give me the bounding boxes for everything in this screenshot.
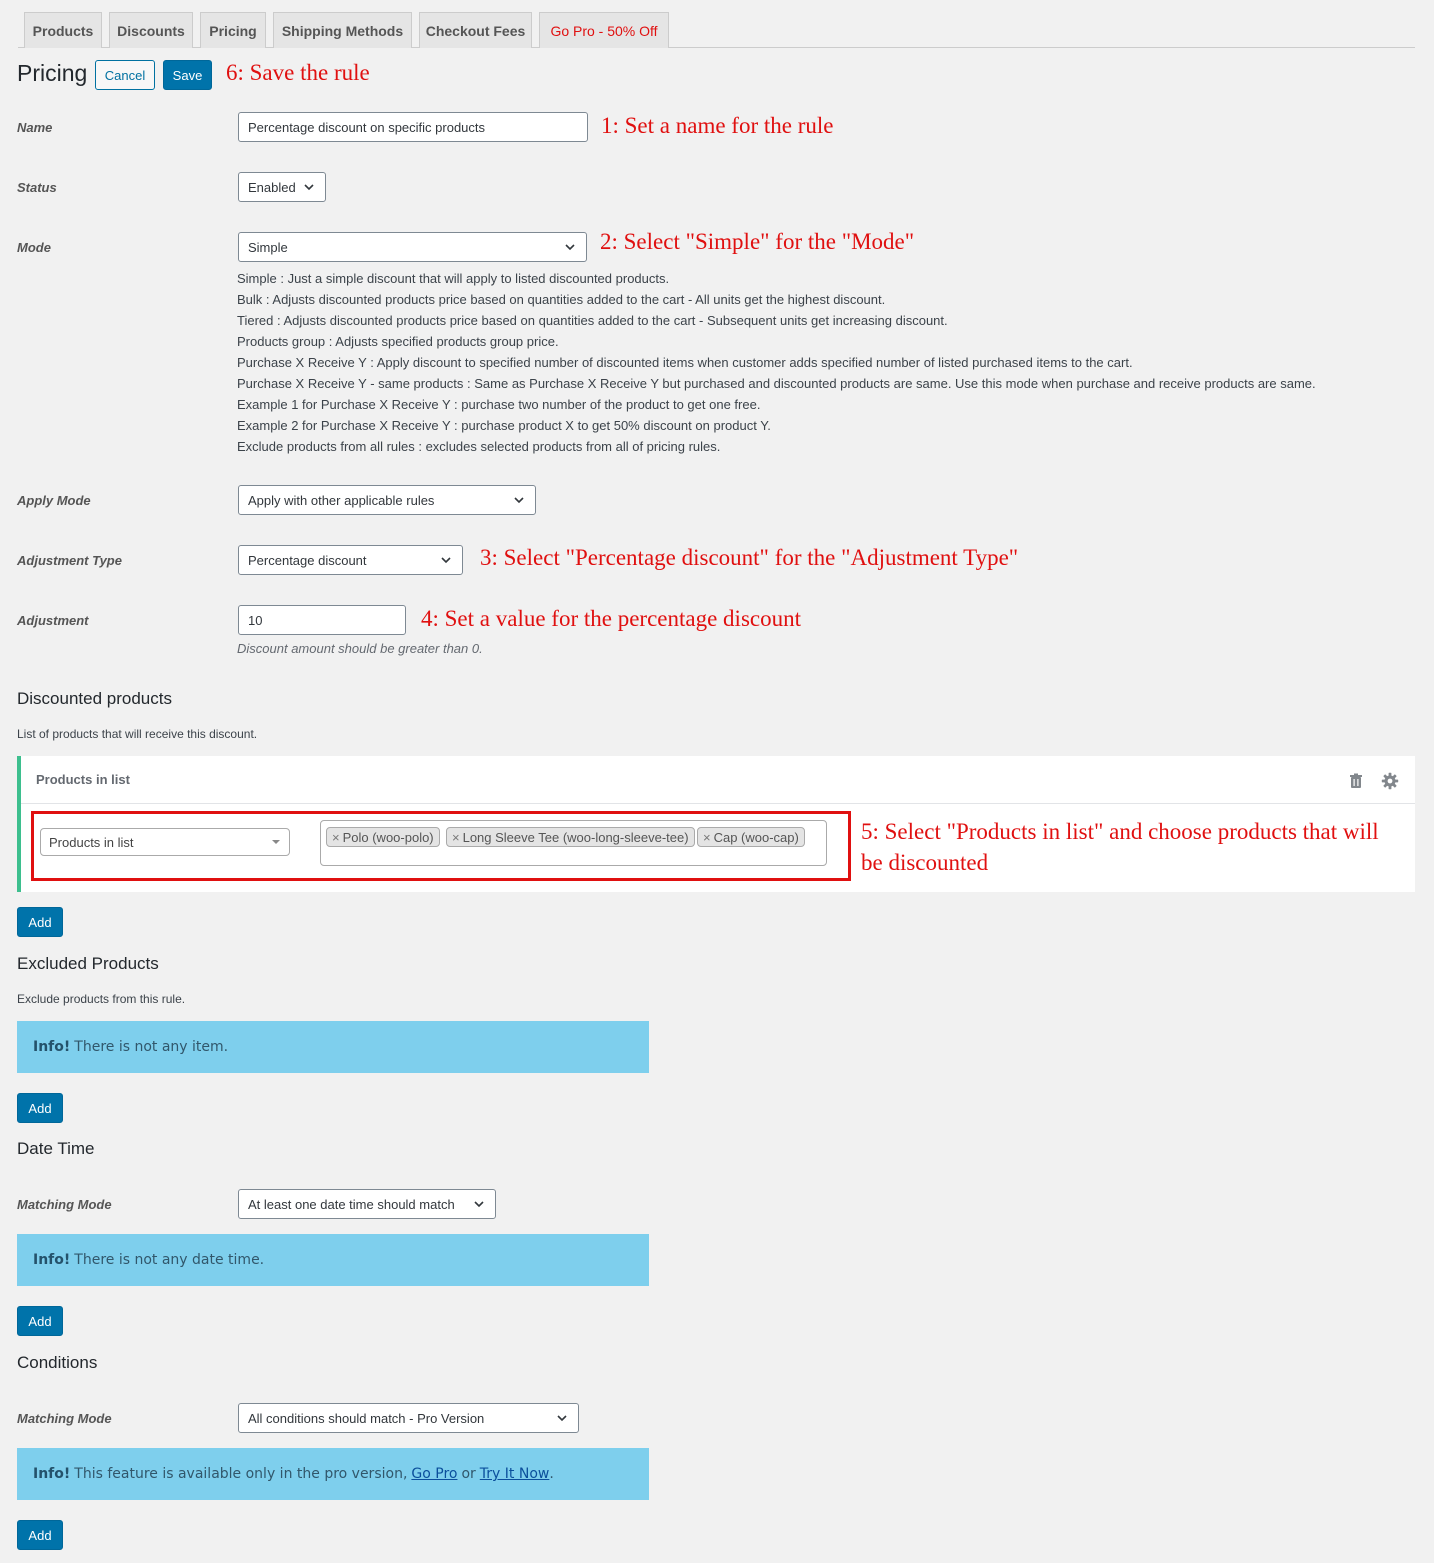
try-it-now-link[interactable]: Try It Now — [480, 1466, 550, 1482]
conditions-info-alert: Info! This feature is available only in … — [17, 1448, 649, 1500]
mode-select-value: Simple — [248, 239, 288, 255]
period-text: . — [549, 1466, 554, 1482]
excluded-products-heading: Excluded Products — [17, 954, 159, 973]
annotation-name: 1: Set a name for the rule — [601, 113, 834, 138]
annotation-products: 5: Select "Products in list" and choose … — [861, 816, 1379, 878]
chevron-down-icon — [441, 557, 451, 564]
mode-help-line: Purchase X Receive Y - same products : S… — [237, 376, 1316, 391]
adjustment-type-select-value: Percentage discount — [248, 552, 367, 568]
annotation-adjustment-type: 3: Select "Percentage discount" for the … — [480, 545, 1019, 570]
remove-icon[interactable]: × — [452, 830, 460, 845]
cancel-button[interactable]: Cancel — [95, 60, 155, 90]
apply-mode-select[interactable]: Apply with other applicable rules — [238, 485, 536, 515]
excluded-info-alert: Info! There is not any item. — [17, 1021, 649, 1073]
mode-help-line: Example 1 for Purchase X Receive Y : pur… — [237, 397, 761, 412]
mode-label: Mode — [17, 240, 51, 255]
info-text: There is not any date time. — [74, 1252, 265, 1268]
conditions-heading: Conditions — [17, 1353, 98, 1372]
go-pro-link[interactable]: Go Pro — [411, 1466, 457, 1482]
trash-icon[interactable] — [1347, 772, 1365, 790]
conditions-matching-mode-value: All conditions should match - Pro Versio… — [248, 1410, 485, 1426]
annotation-line: be discounted — [861, 850, 989, 875]
product-chip[interactable]: × Long Sleeve Tee (woo-long-sleeve-tee) — [446, 827, 695, 847]
mode-help-line: Bulk : Adjusts discounted products price… — [237, 292, 886, 307]
or-text: or — [461, 1466, 476, 1482]
add-condition-button[interactable]: Add — [17, 1520, 63, 1550]
info-strong: Info! — [33, 1252, 71, 1268]
chevron-down-icon — [474, 1201, 484, 1208]
adjustment-label: Adjustment — [17, 613, 89, 628]
mode-help-line: Tiered : Adjusts discounted products pri… — [237, 313, 948, 328]
annotation-mode: 2: Select "Simple" for the "Mode" — [600, 229, 915, 254]
product-chip[interactable]: × Polo (woo-polo) — [326, 827, 440, 847]
date-time-info-alert: Info! There is not any date time. — [17, 1234, 649, 1286]
tab-shipping-methods[interactable]: Shipping Methods — [273, 12, 412, 48]
name-label: Name — [17, 120, 53, 135]
remove-icon[interactable]: × — [332, 830, 340, 845]
tab-pricing[interactable]: Pricing — [200, 12, 266, 48]
panel-title: Products in list — [36, 772, 130, 787]
discounted-products-heading: Discounted products — [17, 689, 172, 708]
add-discounted-product-button[interactable]: Add — [17, 907, 63, 937]
chevron-down-icon — [557, 1415, 567, 1422]
mode-help-line: Purchase X Receive Y : Apply discount to… — [237, 355, 1133, 370]
name-input[interactable]: Percentage discount on specific products — [238, 112, 588, 142]
nav-tabs: Products Discounts Pricing Shipping Meth… — [18, 12, 1415, 48]
chevron-down-icon — [304, 184, 314, 191]
mode-help-line: Simple : Just a simple discount that wil… — [237, 271, 670, 286]
adjustment-description: Discount amount should be greater than 0… — [237, 641, 483, 656]
discounted-products-description: List of products that will receive this … — [17, 727, 258, 741]
product-chip-label: Polo (woo-polo) — [342, 829, 434, 845]
mode-help-line: Exclude products from all rules : exclud… — [237, 439, 721, 454]
product-chip-label: Long Sleeve Tee (woo-long-sleeve-tee) — [462, 829, 689, 845]
add-excluded-product-button[interactable]: Add — [17, 1093, 63, 1123]
status-label: Status — [17, 180, 57, 195]
rule-type-select-value: Products in list — [49, 834, 134, 850]
annotation-line: 5: Select "Products in list" and choose … — [861, 819, 1379, 844]
conditions-matching-mode-select[interactable]: All conditions should match - Pro Versio… — [238, 1403, 579, 1433]
date-matching-mode-select[interactable]: At least one date time should match — [238, 1189, 496, 1219]
highlight-box: Products in list × Polo (woo-polo) × Lon… — [31, 811, 851, 881]
mode-select[interactable]: Simple — [238, 232, 587, 262]
conditions-matching-mode-label: Matching Mode — [17, 1411, 112, 1426]
date-matching-mode-value: At least one date time should match — [248, 1196, 455, 1212]
tab-checkout-fees[interactable]: Checkout Fees — [419, 12, 532, 48]
excluded-products-description: Exclude products from this rule. — [17, 992, 186, 1006]
mode-help-text: Simple : Just a simple discount that wil… — [237, 268, 1316, 457]
tab-products[interactable]: Products — [24, 12, 102, 48]
adjustment-type-label: Adjustment Type — [17, 553, 122, 568]
date-time-heading: Date Time — [17, 1139, 95, 1158]
apply-mode-label: Apply Mode — [17, 493, 91, 508]
info-text: This feature is available only in the pr… — [74, 1466, 408, 1482]
status-select-value: Enabled — [248, 179, 296, 195]
caret-down-icon — [272, 840, 280, 844]
status-select[interactable]: Enabled — [238, 172, 326, 202]
page-title: Pricing — [17, 60, 88, 86]
tab-discounts[interactable]: Discounts — [109, 12, 193, 48]
info-text: There is not any item. — [74, 1039, 229, 1055]
apply-mode-select-value: Apply with other applicable rules — [248, 492, 435, 508]
chevron-down-icon — [514, 497, 524, 504]
gear-icon[interactable] — [1381, 772, 1399, 790]
mode-help-line: Products group : Adjusts specified produ… — [237, 334, 559, 349]
add-date-time-button[interactable]: Add — [17, 1306, 63, 1336]
adjustment-input[interactable]: 10 — [238, 605, 406, 635]
remove-icon[interactable]: × — [703, 830, 711, 845]
discounted-products-panel: Products in list Products in list × Polo… — [17, 756, 1415, 892]
product-chip-label: Cap (woo-cap) — [713, 829, 799, 845]
annotation-save: 6: Save the rule — [226, 60, 370, 85]
product-chip[interactable]: × Cap (woo-cap) — [697, 827, 805, 847]
adjustment-type-select[interactable]: Percentage discount — [238, 545, 463, 575]
info-strong: Info! — [33, 1466, 71, 1482]
mode-help-line: Example 2 for Purchase X Receive Y : pur… — [237, 418, 771, 433]
chevron-down-icon — [565, 244, 575, 251]
products-multiselect[interactable]: × Polo (woo-polo) × Long Sleeve Tee (woo… — [320, 820, 827, 866]
tab-go-pro[interactable]: Go Pro - 50% Off — [539, 12, 669, 48]
annotation-adjustment: 4: Set a value for the percentage discou… — [421, 606, 801, 631]
save-button[interactable]: Save — [163, 60, 212, 90]
rule-type-select[interactable]: Products in list — [40, 828, 290, 856]
date-matching-mode-label: Matching Mode — [17, 1197, 112, 1212]
info-strong: Info! — [33, 1039, 71, 1055]
panel-header: Products in list — [21, 756, 1415, 804]
